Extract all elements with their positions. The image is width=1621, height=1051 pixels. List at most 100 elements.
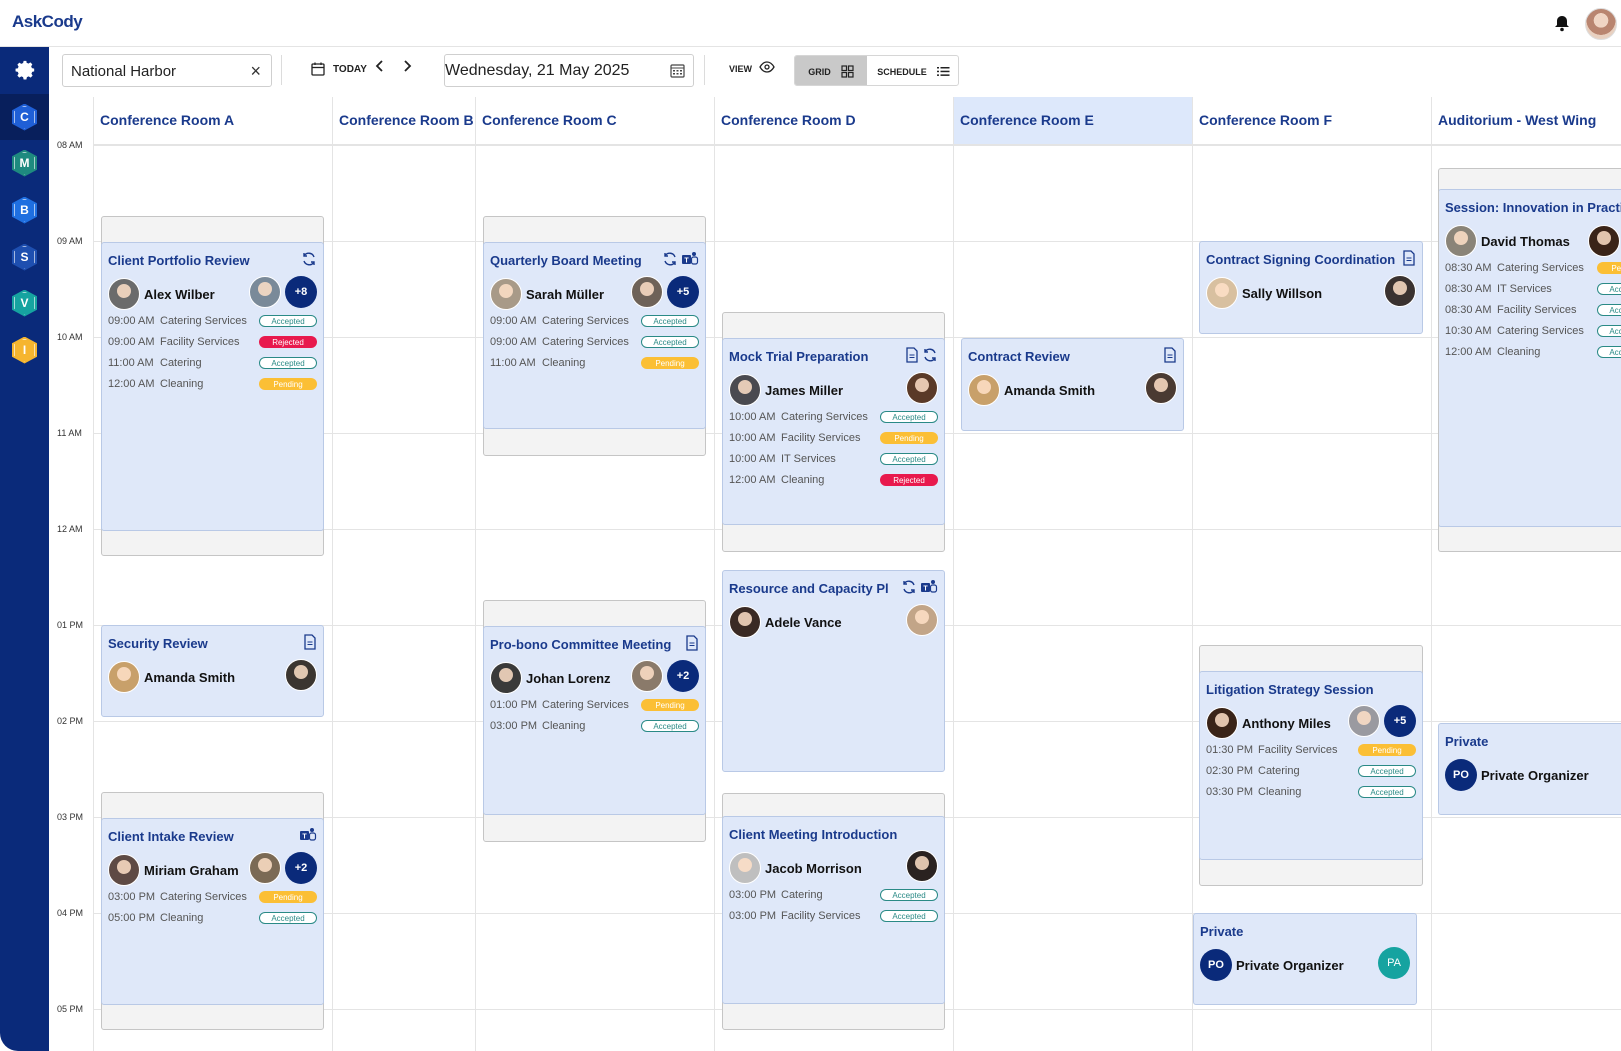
document-icon <box>685 635 699 651</box>
room-header[interactable]: Conference Room A <box>94 97 332 145</box>
divider <box>281 55 282 85</box>
sidebar-item-b[interactable]: B <box>0 187 49 233</box>
more-attendees-badge[interactable]: +5 <box>667 276 699 308</box>
service-name: Catering <box>160 357 202 369</box>
more-attendees-badge[interactable]: +2 <box>285 852 317 884</box>
recurring-icon <box>301 251 317 267</box>
event-title: Resource and Capacity Pl... <box>729 581 889 596</box>
event-buffer: Client Intake Review T Miriam Graham +2 … <box>101 792 324 1030</box>
service-name: Cleaning <box>160 378 204 390</box>
app-logo[interactable]: AskCody <box>12 12 83 32</box>
status-badge: Pending <box>641 357 699 369</box>
event-card[interactable]: Contract Signing Coordination Sally Will… <box>1199 241 1423 334</box>
location-field[interactable]: National Harbor × <box>62 54 272 87</box>
status-badge: Accepted <box>259 315 317 327</box>
service-row: 10:00 AM Facility Services Pending <box>729 429 938 447</box>
today-label: TODAY <box>333 63 367 75</box>
event-title: Contract Review <box>968 349 1070 364</box>
chevron-right-icon[interactable] <box>402 59 412 73</box>
event-title: Client Meeting Introduction <box>729 827 898 842</box>
status-badge: Accepted <box>1597 283 1621 295</box>
event-title: Pro-bono Committee Meeting <box>490 637 672 652</box>
more-attendees-badge[interactable]: +8 <box>285 276 317 308</box>
today-button[interactable]: TODAY <box>311 62 367 76</box>
event-card[interactable]: Resource and Capacity Pl... T Adele Vanc… <box>722 570 945 772</box>
service-name: Cleaning <box>781 474 825 486</box>
recurring-icon <box>901 579 917 595</box>
room-header[interactable]: Conference Room E <box>954 97 1192 145</box>
service-name: Facility Services <box>1497 304 1577 316</box>
event-card[interactable]: Client Meeting Introduction Jacob Morris… <box>722 816 945 1004</box>
organizer-name: Private Organizer <box>1481 767 1589 783</box>
service-time: 03:00 PM <box>729 889 777 901</box>
sidebar-item-i[interactable]: I <box>0 327 49 373</box>
service-name: Facility Services <box>781 432 861 444</box>
organizer-name: Johan Lorenz <box>526 670 611 686</box>
schedule-label: SCHEDULE <box>877 66 927 77</box>
room-header[interactable]: Conference Room C <box>476 97 714 145</box>
eye-icon[interactable] <box>759 61 775 73</box>
event-card[interactable]: Mock Trial Preparation James Miller 10:0… <box>722 338 945 525</box>
organizer-name: Sally Willson <box>1242 285 1323 301</box>
service-time: 10:30 AM <box>1445 325 1492 337</box>
room-header[interactable]: Conference Room F <box>1193 97 1431 145</box>
organizer-avatar <box>108 854 140 886</box>
service-name: Facility Services <box>781 910 861 922</box>
event-card[interactable]: Contract Review Amanda Smith <box>961 338 1184 431</box>
date-picker[interactable]: Wednesday, 21 May 2025 <box>444 54 694 87</box>
sidebar-item-v[interactable]: V <box>0 280 49 326</box>
top-bar: AskCody <box>0 0 1621 47</box>
organizer-name: David Thomas <box>1481 233 1570 249</box>
time-label: 09 AM <box>57 236 83 246</box>
event-card[interactable]: Security Review Amanda Smith <box>101 625 324 717</box>
divider <box>704 55 705 85</box>
event-buffer: Client Meeting Introduction Jacob Morris… <box>722 793 945 1030</box>
event-title: Private <box>1445 734 1489 749</box>
service-time: 12:00 AM <box>1445 346 1492 358</box>
attendee-avatar <box>249 852 281 884</box>
more-attendees-badge[interactable]: +5 <box>1384 705 1416 737</box>
user-avatar[interactable] <box>1585 8 1617 40</box>
status-badge: Accepted <box>1358 765 1416 777</box>
event-card[interactable]: Private PO Private Organizer PA <box>1193 913 1417 1005</box>
chevron-left-icon[interactable] <box>375 59 385 73</box>
organizer-name: Alex Wilber <box>144 286 215 302</box>
schedule-view-button[interactable]: SCHEDULE <box>867 56 958 85</box>
sidebar-item-c[interactable]: C <box>0 94 49 140</box>
status-badge: Accepted <box>880 453 938 465</box>
event-title: Litigation Strategy Session <box>1206 682 1374 697</box>
service-row: 03:00 PM Catering Accepted <box>729 886 938 904</box>
calendar-icon[interactable] <box>670 63 685 78</box>
bell-icon[interactable] <box>1553 14 1571 32</box>
event-card[interactable]: Pro-bono Committee Meeting Johan Lorenz … <box>483 626 706 815</box>
time-column: 08 AM 09 AM 10 AM 11 AM 12 AM 01 PM 02 P… <box>49 97 93 1051</box>
attendee-avatar <box>906 604 938 636</box>
attendee-avatar <box>631 276 663 308</box>
organizer-avatar <box>1206 707 1238 739</box>
service-name: Catering Services <box>1497 325 1584 337</box>
sidebar-item-m[interactable]: M <box>0 140 49 186</box>
room-header[interactable]: Conference Room B <box>333 97 475 145</box>
status-badge: Accepted <box>641 336 699 348</box>
v-hex-icon: V <box>12 289 37 317</box>
sidebar-item-s[interactable]: S <box>0 234 49 280</box>
service-time: 10:00 AM <box>729 411 776 423</box>
status-badge: Accepted <box>880 910 938 922</box>
organizer-name: James Miller <box>765 382 844 398</box>
grid-view-button[interactable]: GRID <box>795 56 867 85</box>
room-header[interactable]: Auditorium - West Wing <box>1432 97 1621 145</box>
room-header[interactable]: Conference Room D <box>715 97 953 145</box>
event-card[interactable]: Session: Innovation in Practice David Th… <box>1439 189 1621 527</box>
event-card[interactable]: Quarterly Board Meeting T Sarah Müller +… <box>483 242 706 429</box>
clear-location-icon[interactable]: × <box>250 61 261 82</box>
view-label[interactable]: VIEW <box>729 64 752 74</box>
event-card[interactable]: Client Intake Review T Miriam Graham +2 … <box>101 818 324 1005</box>
service-row: 11:00 AM Catering Accepted <box>108 354 317 372</box>
more-attendees-badge[interactable]: +2 <box>667 660 699 692</box>
event-card[interactable]: Client Portfolio Review Alex Wilber +8 0… <box>101 242 324 531</box>
document-icon <box>303 634 317 650</box>
settings-gear-icon[interactable] <box>0 47 49 93</box>
event-card[interactable]: Litigation Strategy Session Anthony Mile… <box>1199 671 1423 860</box>
event-card[interactable]: Private PO Private Organizer <box>1438 723 1621 815</box>
service-name: Catering Services <box>542 315 629 327</box>
